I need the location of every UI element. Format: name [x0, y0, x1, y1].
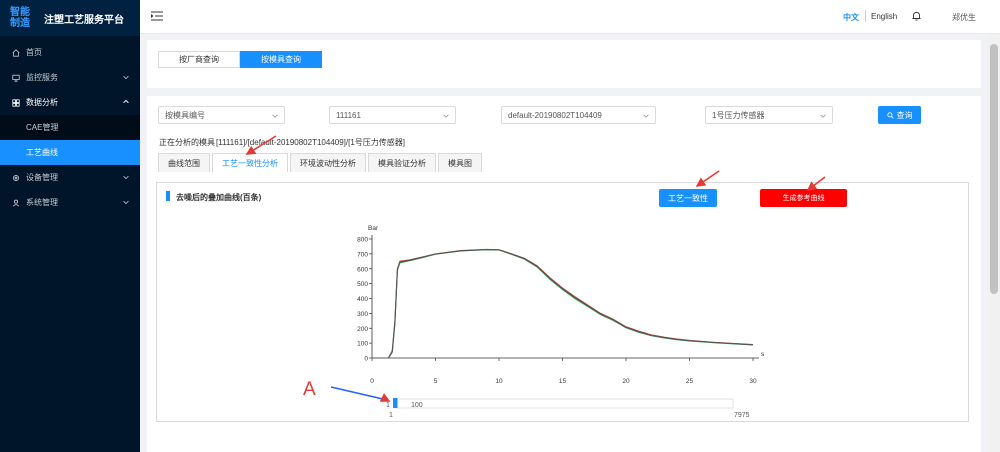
app-title: 注塑工艺服务平台: [44, 14, 124, 26]
analysis-tabs: 曲线范围 工艺一致性分析 环境波动性分析 模具验证分析 模具图: [158, 153, 484, 172]
tab-environment-fluctuation[interactable]: 环境波动性分析: [290, 153, 366, 172]
config-select[interactable]: default-20190802T104409: [501, 106, 656, 124]
sensor-select[interactable]: 1号压力传感器: [705, 106, 833, 124]
monitor-icon: [12, 74, 20, 82]
chevron-down-icon: [123, 175, 129, 180]
lang-en-link[interactable]: English: [871, 12, 897, 21]
query-button[interactable]: 查询: [878, 106, 921, 124]
mold-type-select[interactable]: 按模具编号: [158, 106, 285, 124]
gear-icon: [12, 174, 20, 182]
analysis-value: [111161]/[default-20190802T104409]/[1号压力…: [216, 138, 406, 147]
query-by-vendor-button[interactable]: 按厂商查询: [158, 51, 240, 68]
chart-title-marker: [166, 191, 170, 201]
logo: 智能 制造 注塑工艺服务平台: [0, 0, 140, 36]
menu-fold-icon[interactable]: [151, 11, 163, 21]
grid-icon: [12, 98, 20, 107]
home-icon: [12, 48, 20, 57]
sidebar-item-equipment[interactable]: 设备管理: [0, 165, 140, 190]
chevron-down-icon: [820, 114, 826, 118]
generate-reference-curve-button[interactable]: 生成参考曲线: [760, 189, 847, 207]
chevron-down-icon: [123, 75, 129, 80]
chevron-down-icon: [643, 114, 649, 118]
mold-number-select[interactable]: 111161: [329, 106, 456, 124]
page-scrollbar[interactable]: [988, 34, 1000, 452]
chevron-down-icon: [123, 200, 129, 205]
chevron-down-icon: [272, 114, 278, 118]
lang-divider: [865, 10, 866, 22]
sidebar-item-monitor[interactable]: 监控服务: [0, 65, 140, 90]
top-header: 中文 English 郑优生: [140, 0, 1000, 34]
user-name[interactable]: 郑优生: [952, 12, 976, 23]
bell-icon[interactable]: [912, 11, 921, 21]
query-mode-panel: 按厂商查询 按模具查询: [147, 40, 981, 88]
sidebar-item-cae[interactable]: CAE管理: [0, 115, 140, 140]
tab-process-consistency[interactable]: 工艺一致性分析: [212, 153, 288, 172]
chart-container: 去噪后的叠加曲线(百条) 工艺一致性 生成参考曲线: [156, 182, 969, 422]
search-icon: [886, 111, 894, 119]
tab-mold-validation[interactable]: 模具验证分析: [368, 153, 436, 172]
process-consistency-button[interactable]: 工艺一致性: [659, 189, 717, 207]
logo-mark: 智能 制造: [10, 7, 30, 29]
tab-curve-range[interactable]: 曲线范围: [158, 153, 210, 172]
scrollbar-thumb[interactable]: [990, 44, 998, 294]
sidebar-item-process-curve[interactable]: 工艺曲线: [0, 140, 140, 165]
chart-title: 去噪后的叠加曲线(百条): [176, 193, 262, 202]
sidebar: 智能 制造 注塑工艺服务平台 首页 监控服务 数据分析 CAE管理 工艺曲线 设…: [0, 0, 140, 452]
sidebar-menu: 首页 监控服务 数据分析 CAE管理 工艺曲线 设备管理 系统管理: [0, 40, 140, 215]
lang-zh-link[interactable]: 中文: [843, 12, 859, 23]
sidebar-item-home[interactable]: 首页: [0, 40, 140, 65]
chevron-down-icon: [443, 114, 449, 118]
sidebar-item-data-analysis[interactable]: 数据分析: [0, 90, 140, 115]
analysis-panel: 按模具编号 111161 default-20190802T104409 1号压…: [147, 96, 981, 452]
query-by-mold-button[interactable]: 按模具查询: [240, 51, 322, 68]
tab-mold-drawing[interactable]: 模具图: [438, 153, 482, 172]
chevron-up-icon: [123, 99, 129, 104]
users-icon: [12, 199, 20, 207]
sidebar-item-system[interactable]: 系统管理: [0, 190, 140, 215]
data-analysis-submenu: CAE管理 工艺曲线: [0, 115, 140, 165]
analysis-label: 正在分析的模具: [159, 138, 215, 147]
query-mode-group: 按厂商查询 按模具查询: [158, 51, 322, 68]
